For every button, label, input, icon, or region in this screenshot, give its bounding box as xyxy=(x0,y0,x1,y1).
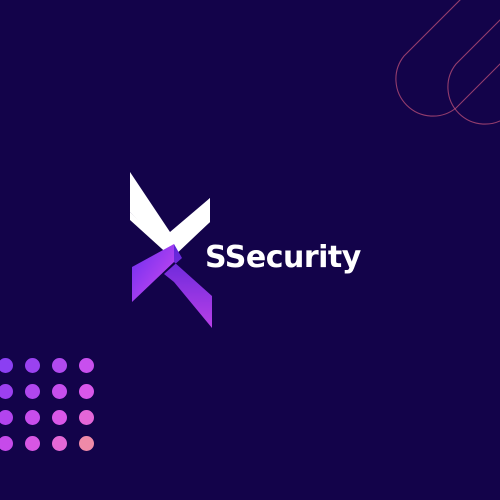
dot xyxy=(79,384,94,399)
dot xyxy=(79,358,94,373)
canvas: SSecurity xyxy=(0,0,500,500)
dot xyxy=(52,384,67,399)
dot xyxy=(52,436,67,451)
dot xyxy=(52,410,67,425)
dot xyxy=(79,436,94,451)
dot xyxy=(25,358,40,373)
dot xyxy=(25,436,40,451)
dot xyxy=(25,384,40,399)
dot xyxy=(0,384,13,399)
dot xyxy=(0,358,13,373)
dot xyxy=(0,436,13,451)
dot-grid xyxy=(0,358,98,458)
dot xyxy=(0,410,13,425)
brand-wordmark: SSecurity xyxy=(205,240,361,275)
dot xyxy=(25,410,40,425)
dot xyxy=(79,410,94,425)
dot xyxy=(52,358,67,373)
